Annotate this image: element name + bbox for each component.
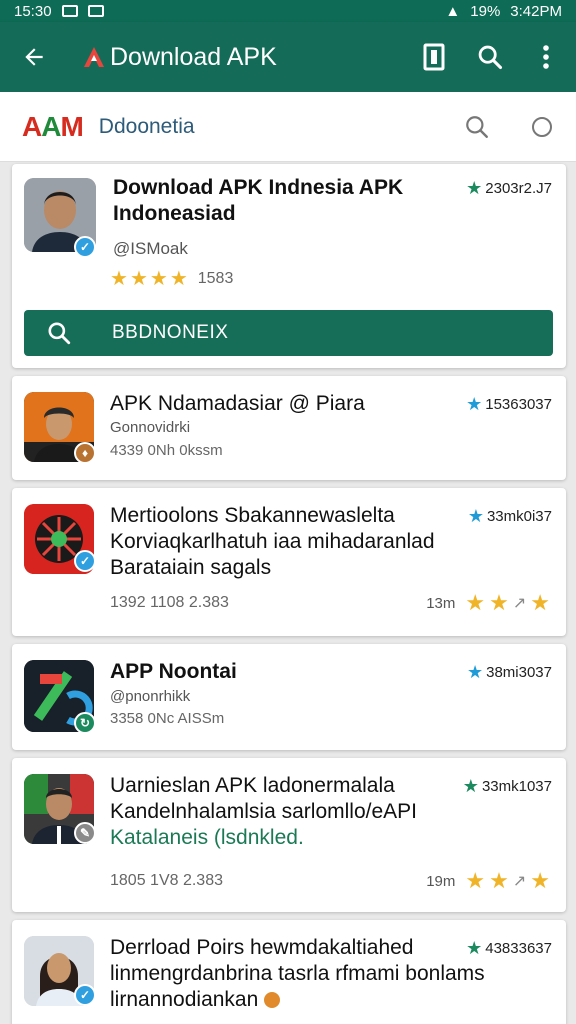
item-stat: ★ 15363037 <box>466 394 552 414</box>
item-title-line: Barataiain sagals <box>110 556 272 579</box>
item-rating: 13m ★ ★ ↗ ★ <box>426 590 550 615</box>
star-icon: ★ <box>530 868 550 893</box>
featured-handle: @ISMoak <box>113 239 188 258</box>
featured-rating-count: 1583 <box>197 269 234 287</box>
star-icon: ★ <box>149 268 168 290</box>
arrow-icon: ↗ <box>512 873 527 890</box>
star-icon: ★ <box>530 590 550 615</box>
featured-stars: ★ ★ ★ ★ 1583 <box>110 266 233 291</box>
battery-level: 19% <box>470 2 501 20</box>
message-icon <box>87 5 104 17</box>
search-button[interactable] <box>474 37 506 77</box>
verified-badge-icon: ✓ <box>74 550 96 572</box>
verified-badge-icon: ✓ <box>74 984 96 1006</box>
shield-emoji-icon <box>264 992 281 1009</box>
item-rating: 19m ★ ★ ↗ ★ <box>426 868 550 893</box>
item-title-line: Kandelnhalamlsia sarlomllo/eAPI <box>110 800 417 823</box>
star-icon: ★ <box>467 506 484 526</box>
item-stat: ★ 33mk0i37 <box>467 506 552 526</box>
arrow-left-icon <box>25 48 43 66</box>
item-subtitle: Gonnovidrki <box>110 419 191 436</box>
star-icon: ★ <box>465 590 486 615</box>
star-icon: ★ <box>466 662 484 682</box>
item-title-line: lirnannodiankan <box>110 987 281 1013</box>
list-item[interactable]: ✓ Derrload Poirs hewmdakaltiahed linmeng… <box>12 920 566 1024</box>
item-stat: ★ 43833637 <box>466 938 552 958</box>
status-time-left: 15:30 <box>14 2 52 20</box>
star-icon: ★ <box>489 868 509 893</box>
search-icon <box>478 45 503 70</box>
item-meta: 1805 1V8 2.383 <box>110 872 223 889</box>
more-options-button[interactable] <box>530 37 562 77</box>
arrow-icon: ↗ <box>512 595 527 612</box>
notification-icon <box>61 5 78 17</box>
item-title-line: Katalaneis (lsdnkled. <box>110 826 304 849</box>
status-time-right: 3:42PM <box>510 2 562 20</box>
verified-badge-icon: ✓ <box>74 236 96 258</box>
list-item[interactable]: ↻ APP Noontai @pnonrhikk 3358 0Nc AISSm … <box>12 644 566 750</box>
item-stat: ★ 38mi3037 <box>466 662 552 682</box>
search-icon <box>48 322 71 345</box>
item-title-line: Derrload Poirs hewmdakaltiahed <box>110 936 414 959</box>
list-item[interactable]: ♦ APK Ndamadasiar @ Piara Gonnovidrki 43… <box>12 376 566 480</box>
circle-icon[interactable] <box>530 115 554 139</box>
app-logo-icon <box>82 45 106 69</box>
list-item[interactable]: ✎ Uarnieslan APK ladonermalala Kandelnha… <box>12 758 566 912</box>
star-icon: ★ <box>466 938 483 958</box>
star-icon: ★ <box>110 268 128 290</box>
badge-icon: ✎ <box>74 822 96 844</box>
badge-icon: ↻ <box>74 712 96 734</box>
item-title: APP Noontai <box>110 660 237 683</box>
download-button[interactable]: BBDNONEIX <box>24 310 553 356</box>
page-title: Download APK <box>110 42 277 71</box>
list-item[interactable]: ✓ Mertioolons Sbakannewaslelta Korviaqka… <box>12 488 566 636</box>
item-meta: 1392 1108 2.383 <box>110 594 229 611</box>
star-icon: ★ <box>465 868 486 893</box>
star-icon: ★ <box>129 268 148 290</box>
brand-logo: AAM <box>22 110 84 142</box>
star-icon: ★ <box>489 590 509 615</box>
item-title-line: Uarnieslan APK ladonermalala <box>110 774 395 797</box>
featured-title: Download APK Indnesia APK Indoneasiad <box>113 176 404 225</box>
signal-icon: ▲ <box>445 2 461 20</box>
item-title-line: Korviaqkarlhatuh iaa mihadaranlad <box>110 530 435 553</box>
status-bar: 15:30 ▲ 19% 3:42PM <box>0 0 576 22</box>
item-stat: ★ 33mk1037 <box>462 776 552 796</box>
app-bar: Download APK <box>0 22 576 92</box>
item-meta: 4339 0Nh 0kssm <box>110 442 223 459</box>
bookmark-button[interactable] <box>418 37 450 77</box>
item-title: APK Ndamadasiar @ Piara <box>110 392 365 415</box>
bookmark-icon <box>423 43 445 71</box>
brand-bar: AAM Ddoonetia <box>0 92 576 162</box>
star-icon: ★ <box>466 394 483 414</box>
item-title-line: linmengrdanbrina tasrla rfmami bonlams <box>110 962 485 985</box>
featured-stat: ★ 2303r2.J7 <box>466 178 552 198</box>
more-vert-icon <box>543 45 549 69</box>
item-subtitle: @pnonrhikk <box>110 688 191 705</box>
featured-card[interactable]: ✓ Download APK Indnesia APK Indoneasiad … <box>12 164 566 368</box>
star-icon: ★ <box>462 776 479 796</box>
brand-name: Ddoonetia <box>98 114 195 138</box>
badge-icon: ♦ <box>74 442 96 464</box>
item-title-line: Mertioolons Sbakannewaslelta <box>110 504 395 527</box>
back-button[interactable] <box>14 37 54 77</box>
star-icon: ★ <box>466 178 483 198</box>
item-meta: 3358 0Nc AISSm <box>110 710 225 727</box>
star-icon: ★ <box>169 268 188 290</box>
download-button-label: BBDNONEIX <box>112 322 229 343</box>
search-icon[interactable] <box>464 114 490 140</box>
